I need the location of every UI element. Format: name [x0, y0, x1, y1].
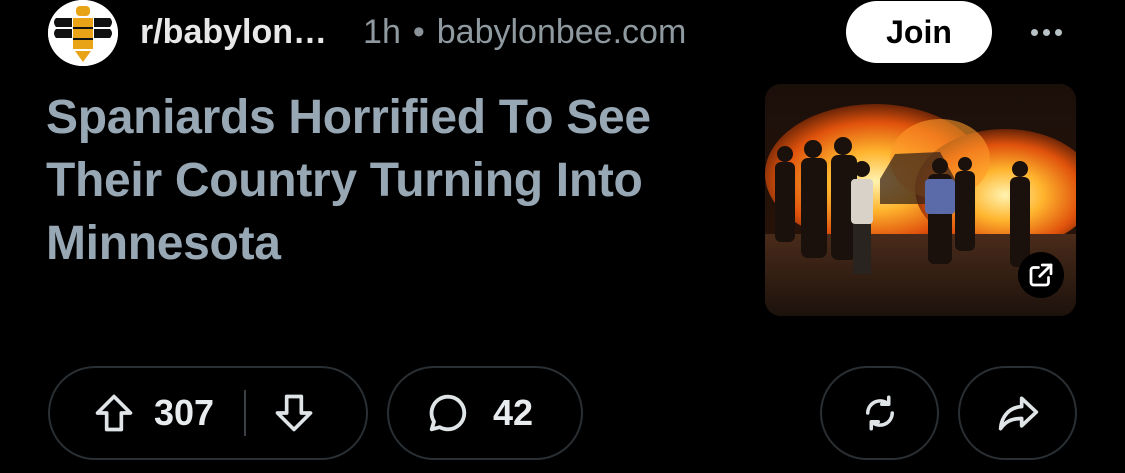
upvote-button[interactable]: [86, 391, 142, 435]
repost-icon: [865, 395, 894, 431]
vote-count: 307: [154, 392, 215, 433]
share-arrow-icon: [998, 396, 1038, 431]
meta-separator: •: [412, 12, 425, 51]
post-meta: r/babylon… 1h • babylonbee.com: [140, 10, 686, 54]
comment-bubble-icon: [429, 394, 467, 432]
post-thumbnail[interactable]: [765, 84, 1076, 316]
repost-button[interactable]: [820, 366, 939, 460]
downvote-button[interactable]: [266, 391, 322, 435]
join-button[interactable]: Join: [846, 1, 992, 63]
share-button[interactable]: [958, 366, 1077, 460]
vote-bar: 307: [48, 366, 368, 460]
subreddit-name[interactable]: r/babylon…: [140, 13, 327, 52]
post-title[interactable]: Spaniards Horrified To See Their Country…: [46, 86, 726, 275]
more-options-button[interactable]: [1028, 14, 1064, 50]
arrow-up-icon: [95, 394, 133, 432]
vote-divider: [244, 390, 247, 436]
subreddit-avatar[interactable]: [48, 0, 118, 66]
external-link-icon: [1029, 263, 1053, 287]
post-time: 1h: [363, 12, 401, 51]
comment-count: 42: [493, 392, 534, 433]
comment-icon-wrap: [423, 390, 473, 436]
arrow-down-icon: [275, 394, 313, 432]
source-domain[interactable]: babylonbee.com: [437, 13, 687, 52]
external-link-button[interactable]: [1018, 252, 1064, 298]
bee-logo-icon: [48, 0, 118, 66]
more-options-icon: [1030, 28, 1038, 36]
comments-button[interactable]: 42: [387, 366, 583, 460]
